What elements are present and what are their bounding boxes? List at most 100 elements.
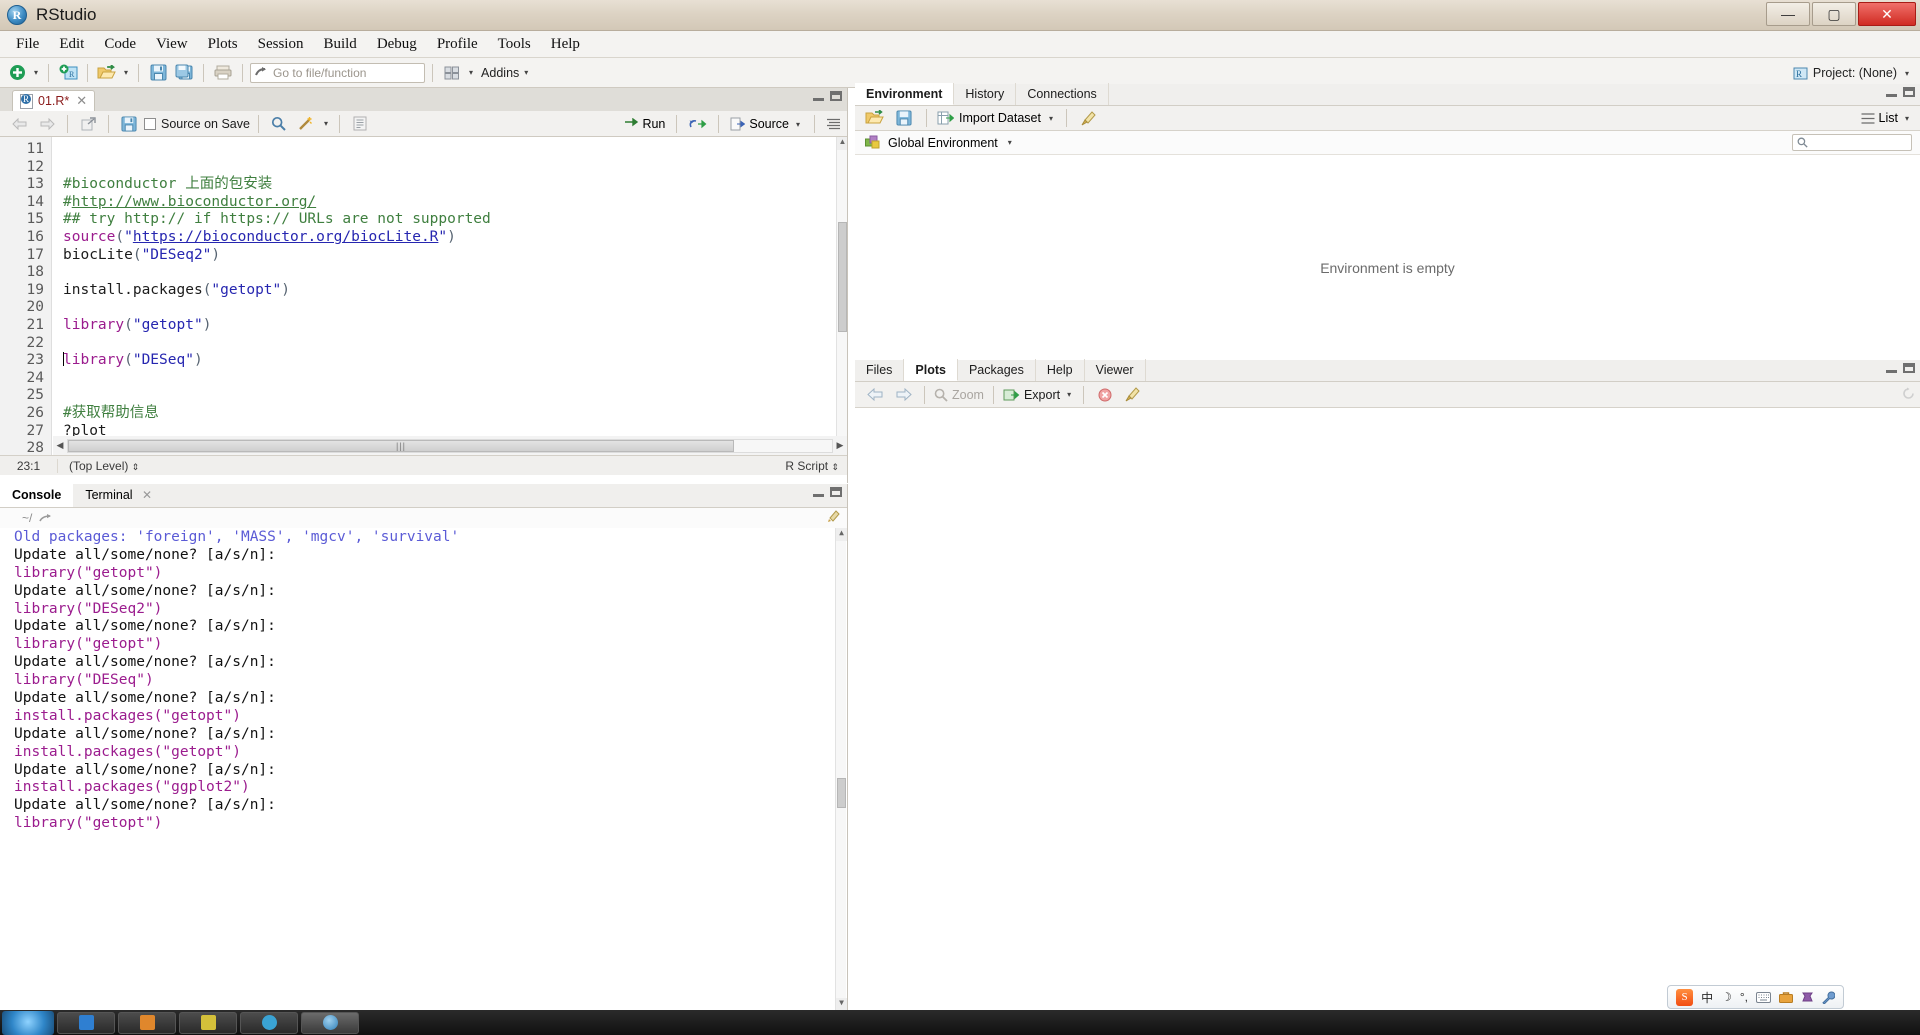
code-scope-selector[interactable]: (Top Level) ⇕: [58, 459, 139, 473]
code-line[interactable]: ## try http:// if https:// URLs are not …: [63, 211, 836, 229]
panes-layout-icon[interactable]: [440, 62, 464, 84]
back-arrow-icon[interactable]: [863, 384, 887, 406]
code-editor[interactable]: 11121314151617181920212223242526272829 #…: [0, 137, 847, 455]
hscroll-track[interactable]: |||: [67, 438, 833, 453]
code-line[interactable]: [63, 299, 836, 317]
taskbar-app-2[interactable]: [118, 1011, 176, 1034]
save-icon[interactable]: [892, 107, 916, 129]
save-all-icon[interactable]: [172, 62, 196, 84]
open-folder-icon[interactable]: [863, 107, 887, 129]
source-on-save-checkbox[interactable]: [144, 117, 156, 130]
tab-files[interactable]: Files: [855, 359, 905, 381]
console-scroll-thumb[interactable]: [837, 778, 846, 808]
open-folder-icon[interactable]: [95, 62, 119, 84]
menu-debug[interactable]: Debug: [367, 33, 427, 56]
list-view-caret[interactable]: ▾: [1902, 114, 1912, 123]
popout-icon[interactable]: [76, 113, 100, 135]
menu-profile[interactable]: Profile: [427, 33, 488, 56]
addins-button[interactable]: Addins: [478, 66, 519, 80]
code-line[interactable]: source("https://bioconductor.org/biocLit…: [63, 229, 836, 247]
compile-report-icon[interactable]: [348, 113, 372, 135]
console-clear-icon[interactable]: [827, 510, 841, 523]
forward-arrow-icon[interactable]: [35, 113, 59, 135]
maximize-pane-icon[interactable]: [830, 91, 842, 101]
magic-wand-icon[interactable]: [294, 113, 318, 135]
menu-code[interactable]: Code: [94, 33, 146, 56]
scroll-up-icon[interactable]: ▲: [837, 137, 847, 150]
outline-icon[interactable]: [826, 118, 841, 131]
ime-moon-icon[interactable]: ☽: [1721, 990, 1732, 1004]
maximize-pane-icon[interactable]: [1903, 363, 1915, 373]
menu-edit[interactable]: Edit: [49, 33, 94, 56]
menu-view[interactable]: View: [146, 33, 198, 56]
scroll-right-icon[interactable]: ▶: [833, 440, 847, 451]
hscroll-thumb[interactable]: |||: [68, 439, 734, 452]
scroll-left-icon[interactable]: ◀: [53, 440, 67, 451]
sogou-logo-icon[interactable]: S: [1676, 988, 1694, 1006]
code-line[interactable]: #获取帮助信息: [63, 405, 836, 423]
tab-plots[interactable]: Plots: [904, 359, 958, 381]
close-icon[interactable]: ✕: [76, 93, 87, 109]
document-type-selector[interactable]: R Script ⇕: [785, 459, 839, 473]
source-button[interactable]: Source ▾: [730, 117, 803, 131]
minimize-pane-icon[interactable]: [1886, 94, 1897, 97]
zoom-plot-button[interactable]: Zoom: [934, 388, 984, 402]
environment-search-input[interactable]: [1792, 134, 1912, 151]
menu-build[interactable]: Build: [313, 33, 366, 56]
tab-environment[interactable]: Environment: [855, 83, 955, 105]
import-dataset-button[interactable]: Import Dataset ▾: [937, 111, 1056, 125]
plot-display-area[interactable]: [855, 408, 1920, 1035]
taskbar-app-3[interactable]: [179, 1011, 237, 1034]
menu-file[interactable]: File: [6, 33, 49, 56]
remove-plot-icon[interactable]: [1093, 384, 1117, 406]
code-line[interactable]: [63, 141, 836, 159]
editor-horizontal-scrollbar[interactable]: ◀ ||| ▶: [53, 436, 847, 455]
taskbar-app-rstudio[interactable]: [301, 1011, 359, 1034]
new-file-icon[interactable]: [5, 62, 29, 84]
scroll-up-icon[interactable]: ▲: [836, 528, 847, 541]
source-on-save-toggle[interactable]: Source on Save: [144, 117, 250, 131]
code-line[interactable]: library("DESeq"): [63, 352, 836, 370]
minimize-pane-icon[interactable]: [1886, 370, 1897, 373]
tab-connections[interactable]: Connections: [1016, 83, 1109, 105]
maximize-button[interactable]: ▢: [1812, 2, 1856, 26]
editor-code-content[interactable]: #bioconductor 上面的包安装 #http://www.biocondu…: [53, 137, 836, 455]
panes-dropdown-caret[interactable]: ▾: [466, 68, 476, 77]
source-tab-01R[interactable]: 01.R* ✕: [12, 90, 96, 111]
plots-refresh-icon[interactable]: [1902, 387, 1915, 400]
keyboard-icon[interactable]: [1756, 991, 1771, 1003]
environment-scope-caret[interactable]: ▾: [1005, 138, 1015, 147]
find-icon[interactable]: [267, 113, 291, 135]
addins-dropdown-caret[interactable]: ▾: [521, 68, 531, 77]
doctype-caret-icon[interactable]: ⇕: [831, 462, 839, 472]
code-line[interactable]: biocLite("DESeq2"): [63, 247, 836, 265]
tab-history[interactable]: History: [954, 83, 1017, 105]
minimize-button[interactable]: —: [1766, 2, 1810, 26]
back-arrow-icon[interactable]: [8, 113, 32, 135]
close-icon[interactable]: ✕: [142, 488, 152, 502]
close-button[interactable]: ✕: [1858, 2, 1916, 26]
code-line[interactable]: #bioconductor 上面的包安装: [63, 176, 836, 194]
scope-caret-icon[interactable]: ⇕: [132, 462, 140, 472]
tab-help[interactable]: Help: [1036, 359, 1085, 381]
tab-terminal[interactable]: Terminal ✕: [73, 483, 164, 507]
tab-console[interactable]: Console: [0, 483, 74, 507]
new-file-dropdown-caret[interactable]: ▾: [31, 68, 41, 77]
print-icon[interactable]: [211, 62, 235, 84]
taskbar-app-1[interactable]: [57, 1011, 115, 1034]
wrench-icon[interactable]: [1822, 990, 1835, 1004]
minimize-pane-icon[interactable]: [813, 98, 824, 101]
code-line[interactable]: library("getopt"): [63, 317, 836, 335]
export-dropdown-caret[interactable]: ▾: [1064, 390, 1074, 399]
save-icon[interactable]: [117, 113, 141, 135]
code-line[interactable]: [63, 264, 836, 282]
project-dropdown-caret[interactable]: ▾: [1902, 69, 1912, 78]
export-plot-button[interactable]: Export ▾: [1003, 388, 1074, 402]
import-dataset-caret[interactable]: ▾: [1046, 114, 1056, 123]
code-line[interactable]: [63, 387, 836, 405]
menu-session[interactable]: Session: [248, 33, 314, 56]
maximize-pane-icon[interactable]: [1903, 87, 1915, 97]
code-tools-dropdown-caret[interactable]: ▾: [321, 119, 331, 128]
new-project-icon[interactable]: R: [56, 62, 80, 84]
maximize-pane-icon[interactable]: [830, 487, 842, 497]
